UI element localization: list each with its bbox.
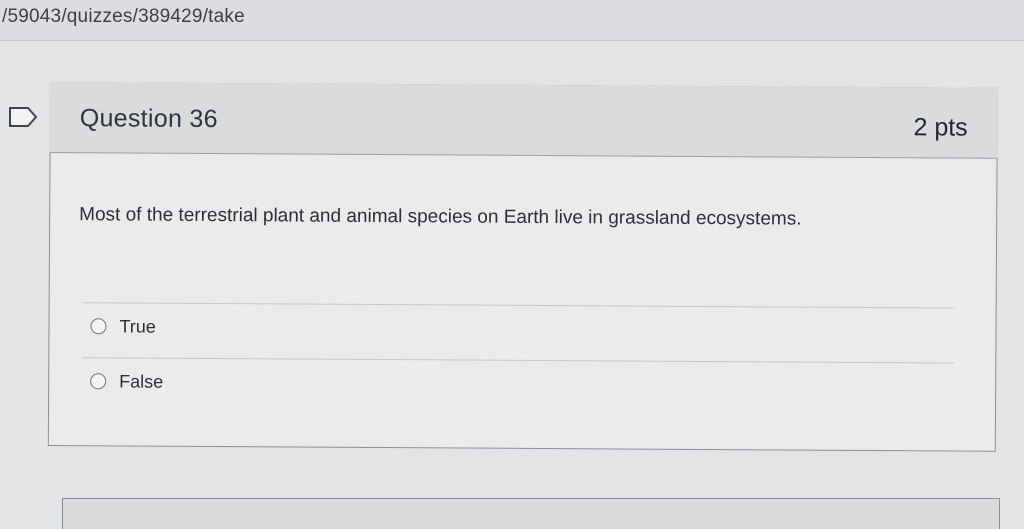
question-points: 2 pts bbox=[913, 113, 968, 142]
answer-false-label: False bbox=[119, 370, 164, 392]
answer-option-true[interactable]: True bbox=[90, 314, 156, 338]
answer-true-label: True bbox=[119, 315, 156, 337]
next-question-card bbox=[62, 498, 1000, 529]
flag-bookmark-icon[interactable] bbox=[8, 106, 38, 128]
question-card: Question 36 2 pts Most of the terrestria… bbox=[47, 82, 998, 452]
url-text[interactable]: /59043/quizzes/389429/take bbox=[2, 6, 245, 28]
toolbar-divider bbox=[0, 40, 1024, 41]
browser-address-bar[interactable]: /59043/quizzes/389429/take bbox=[0, 0, 1024, 40]
answer-true-radio[interactable] bbox=[90, 318, 107, 335]
question-header: Question 36 2 pts bbox=[49, 82, 998, 159]
answer-option-false[interactable]: False bbox=[90, 369, 163, 393]
question-title: Question 36 bbox=[79, 104, 218, 134]
question-text: Most of the terrestrial plant and animal… bbox=[79, 204, 802, 230]
answer-false-radio[interactable] bbox=[90, 373, 107, 390]
